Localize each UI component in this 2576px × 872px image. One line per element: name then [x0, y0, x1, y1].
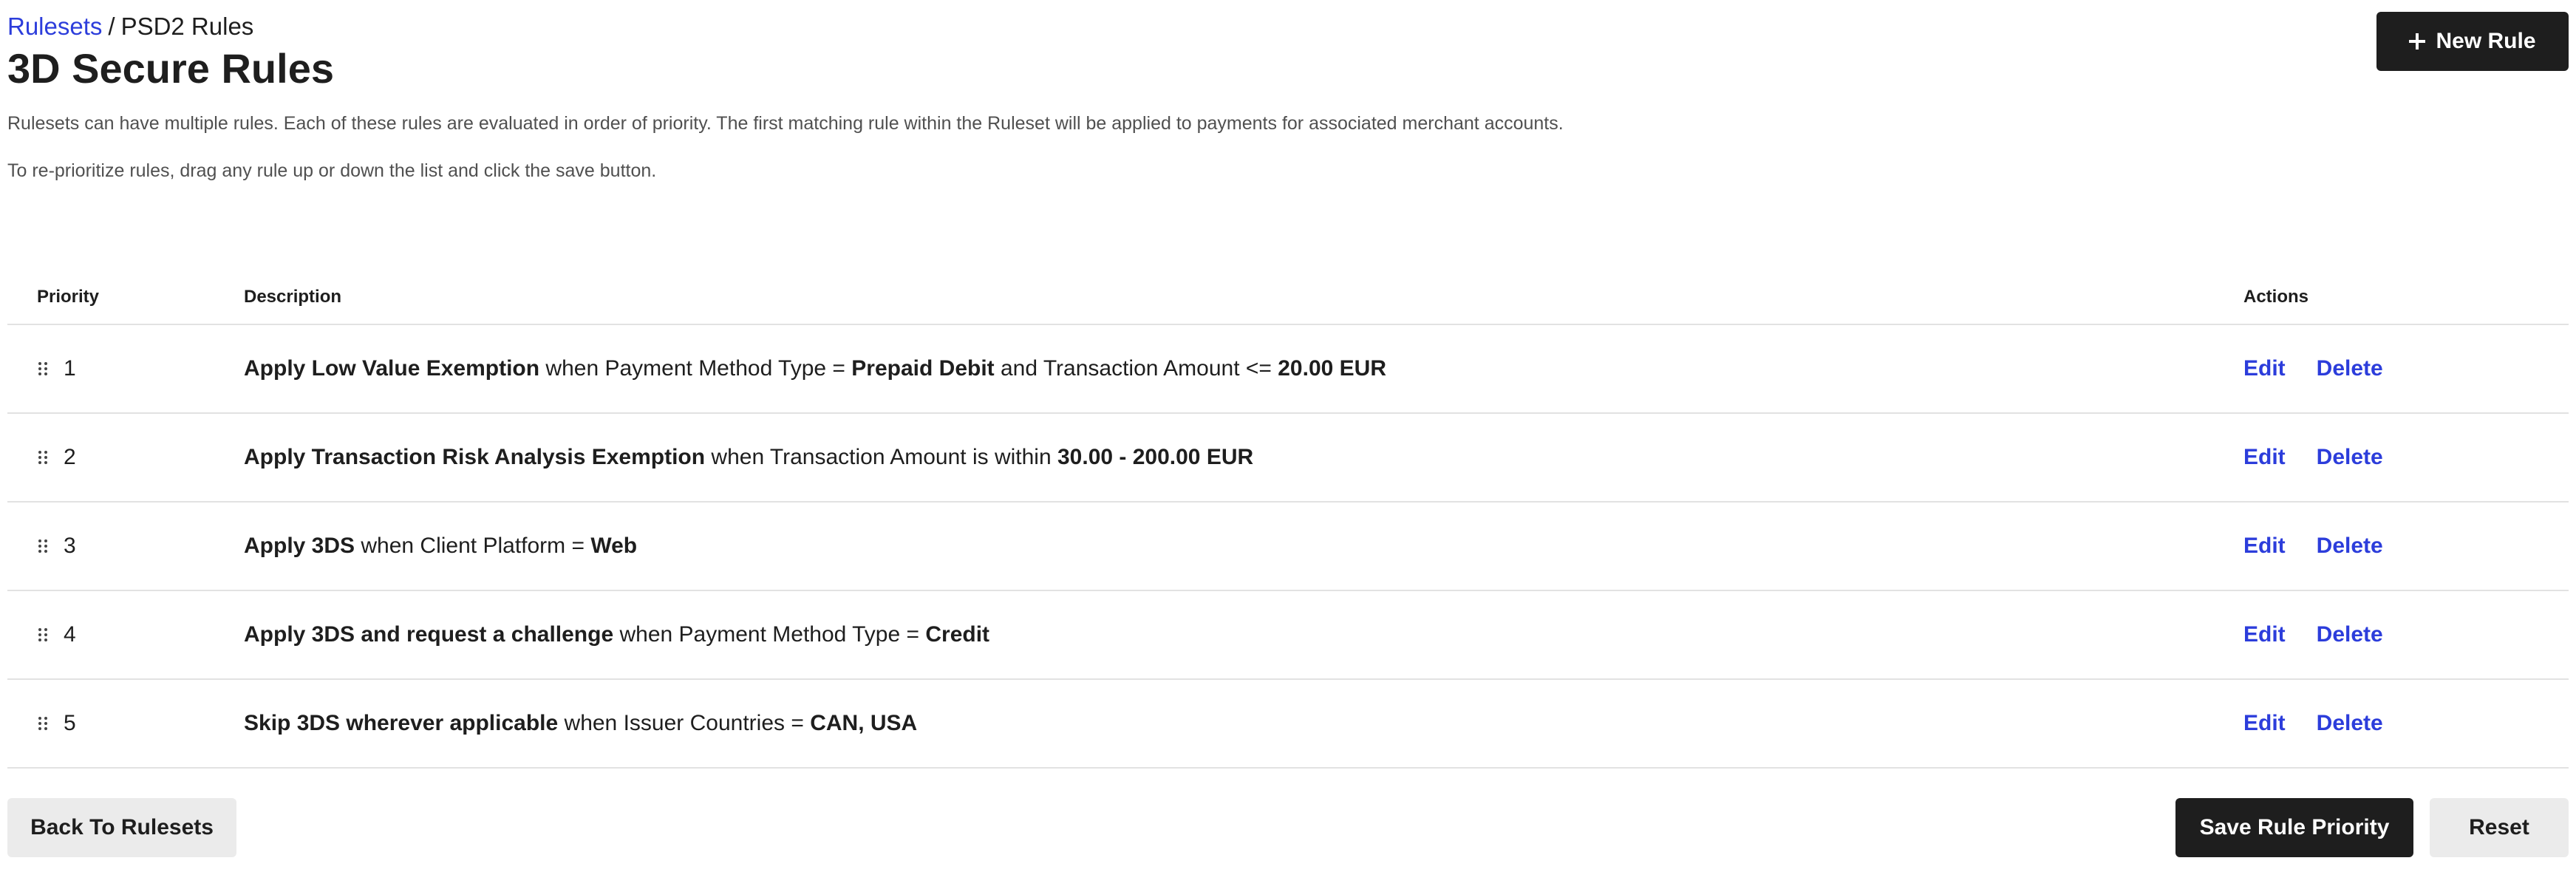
intro-paragraph-priority: Rulesets can have multiple rules. Each o… [7, 113, 1564, 134]
priority-number: 4 [64, 622, 76, 647]
description-cell: Skip 3DS wherever applicable when Issuer… [244, 711, 2243, 736]
table-header: Priority Description Actions [7, 270, 2569, 325]
drag-handle-icon[interactable] [38, 539, 47, 553]
rules-table: Priority Description Actions 1 Apply Low … [7, 270, 2569, 769]
drag-handle-icon[interactable] [38, 362, 47, 375]
delete-rule-link[interactable]: Delete [2317, 356, 2383, 381]
rules-page: Rulesets / PSD2 Rules 3D Secure Rules Rule… [0, 0, 2576, 872]
rule-term: Credit [925, 622, 990, 647]
description-cell: Apply Low Value Exemption when Payment M… [244, 356, 2243, 381]
actions-cell: Edit Delete [2243, 534, 2569, 559]
rule-condition-text: when Payment Method Type = [539, 356, 852, 381]
column-header-actions: Actions [2243, 287, 2309, 307]
edit-rule-link[interactable]: Edit [2243, 356, 2286, 381]
rule-term: CAN, USA [810, 711, 918, 735]
table-row[interactable]: 1 Apply Low Value Exemption when Payment … [7, 325, 2569, 414]
rule-condition-text: when Client Platform = [355, 534, 591, 558]
new-rule-button-label: New Rule [2436, 29, 2536, 53]
rule-term: Apply Transaction Risk Analysis Exemptio… [244, 445, 706, 469]
delete-rule-link[interactable]: Delete [2317, 622, 2383, 647]
table-body: 1 Apply Low Value Exemption when Payment … [7, 325, 2569, 769]
breadcrumb-rulesets-link[interactable]: Rulesets [7, 13, 102, 40]
description-cell: Apply 3DS when Client Platform = Web [244, 534, 2243, 559]
actions-cell: Edit Delete [2243, 711, 2569, 736]
rule-condition-text: and Transaction Amount <= [994, 356, 1278, 381]
new-rule-button[interactable]: New Rule [2376, 12, 2569, 71]
priority-cell: 1 [7, 356, 244, 381]
reset-button[interactable]: Reset [2430, 798, 2569, 857]
priority-cell: 4 [7, 622, 244, 647]
rule-condition-text: when Payment Method Type = [613, 622, 926, 647]
priority-number: 5 [64, 711, 76, 735]
page-title: 3D Secure Rules [7, 45, 334, 92]
delete-rule-link[interactable]: Delete [2317, 534, 2383, 559]
actions-cell: Edit Delete [2243, 356, 2569, 381]
intro-paragraph-reprioritize: To re-prioritize rules, drag any rule up… [7, 160, 657, 181]
rule-term: Web [590, 534, 638, 558]
delete-rule-link[interactable]: Delete [2317, 711, 2383, 736]
actions-cell: Edit Delete [2243, 622, 2569, 647]
priority-number: 3 [64, 534, 76, 558]
description-cell: Apply Transaction Risk Analysis Exemptio… [244, 445, 2243, 470]
rule-term: 20.00 EUR [1278, 356, 1386, 381]
rule-term: Prepaid Debit [851, 356, 995, 381]
edit-rule-link[interactable]: Edit [2243, 711, 2286, 736]
table-row[interactable]: 2 Apply Transaction Risk Analysis Exempti… [7, 414, 2569, 503]
plus-icon [2409, 33, 2426, 50]
rule-term: Apply 3DS [244, 534, 355, 558]
rule-term: Skip 3DS wherever applicable [244, 711, 559, 735]
priority-cell: 3 [7, 534, 244, 559]
table-row[interactable]: 5 Skip 3DS wherever applicable when Issue… [7, 680, 2569, 769]
rule-term: 30.00 - 200.00 EUR [1057, 445, 1254, 469]
table-row[interactable]: 4 Apply 3DS and request a challenge when … [7, 591, 2569, 680]
column-header-priority: Priority [37, 287, 100, 307]
edit-rule-link[interactable]: Edit [2243, 445, 2286, 470]
edit-rule-link[interactable]: Edit [2243, 534, 2286, 559]
drag-handle-icon[interactable] [38, 628, 47, 641]
breadcrumb-current: PSD2 Rules [120, 13, 254, 40]
priority-cell: 2 [7, 445, 244, 470]
drag-handle-icon[interactable] [38, 717, 47, 730]
edit-rule-link[interactable]: Edit [2243, 622, 2286, 647]
breadcrumb-separator: / [108, 13, 115, 40]
drag-handle-icon[interactable] [38, 451, 47, 464]
breadcrumb: Rulesets / PSD2 Rules [7, 12, 253, 41]
rule-term: Apply Low Value Exemption [244, 356, 540, 381]
back-to-rulesets-button[interactable]: Back To Rulesets [7, 798, 236, 857]
rule-condition-text: when Issuer Countries = [558, 711, 811, 735]
priority-cell: 5 [7, 711, 244, 736]
priority-number: 1 [64, 356, 76, 381]
save-rule-priority-button[interactable]: Save Rule Priority [2175, 798, 2413, 857]
column-header-description: Description [244, 287, 342, 307]
table-row[interactable]: 3 Apply 3DS when Client Platform = Web Edi… [7, 503, 2569, 591]
rule-term: Apply 3DS and request a challenge [244, 622, 614, 647]
delete-rule-link[interactable]: Delete [2317, 445, 2383, 470]
priority-number: 2 [64, 445, 76, 469]
actions-cell: Edit Delete [2243, 445, 2569, 470]
rule-condition-text: when Transaction Amount is within [705, 445, 1057, 469]
description-cell: Apply 3DS and request a challenge when P… [244, 622, 2243, 647]
